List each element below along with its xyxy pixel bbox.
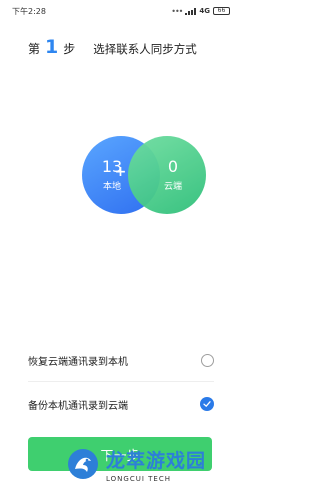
more-dots-icon: •••	[171, 6, 183, 16]
status-time: 下午2:28	[12, 6, 46, 16]
step-prefix: 第	[28, 42, 41, 56]
check-icon	[203, 401, 211, 407]
option-label: 恢复云端通讯录到本机	[28, 356, 128, 368]
step-number: 1	[45, 36, 59, 58]
option-restore-from-cloud[interactable]: 恢复云端通讯录到本机	[0, 338, 240, 382]
watermark-title: 龙萃游戏园	[106, 449, 207, 472]
option-label: 备份本机通讯录到云端	[28, 400, 128, 412]
page-title: 选择联系人同步方式	[93, 42, 197, 56]
signal-icon	[185, 7, 197, 15]
network-type: 4G	[199, 7, 210, 15]
contacts-venn: 13 本地 0 云端 +	[0, 136, 240, 226]
radio-unchecked-icon[interactable]	[201, 353, 214, 367]
status-bar: 下午2:28 ••• 4G 66	[0, 0, 240, 22]
battery-level: 66	[217, 7, 226, 14]
battery-icon: 66	[213, 7, 230, 15]
cloud-label: 云端	[163, 182, 182, 192]
watermark: 龙萃游戏园 LONGCUI TECH	[66, 428, 240, 500]
local-label: 本地	[102, 182, 121, 192]
cloud-count: 0	[167, 157, 179, 176]
cloud-contacts-circle: 0 云端	[128, 136, 206, 214]
watermark-texts: 龙萃游戏园 LONGCUI TECH	[106, 446, 206, 483]
step-header: 第 1 步 选择联系人同步方式	[28, 36, 197, 60]
plus-icon: +	[114, 164, 127, 180]
option-backup-to-cloud[interactable]: 备份本机通讯录到云端	[0, 382, 240, 426]
radio-checked-icon[interactable]	[200, 397, 214, 411]
status-icons: ••• 4G 66	[171, 7, 230, 16]
dragon-logo-icon	[68, 449, 98, 479]
watermark-subtitle: LONGCUI TECH	[106, 474, 171, 483]
step-suffix: 步	[63, 42, 76, 56]
